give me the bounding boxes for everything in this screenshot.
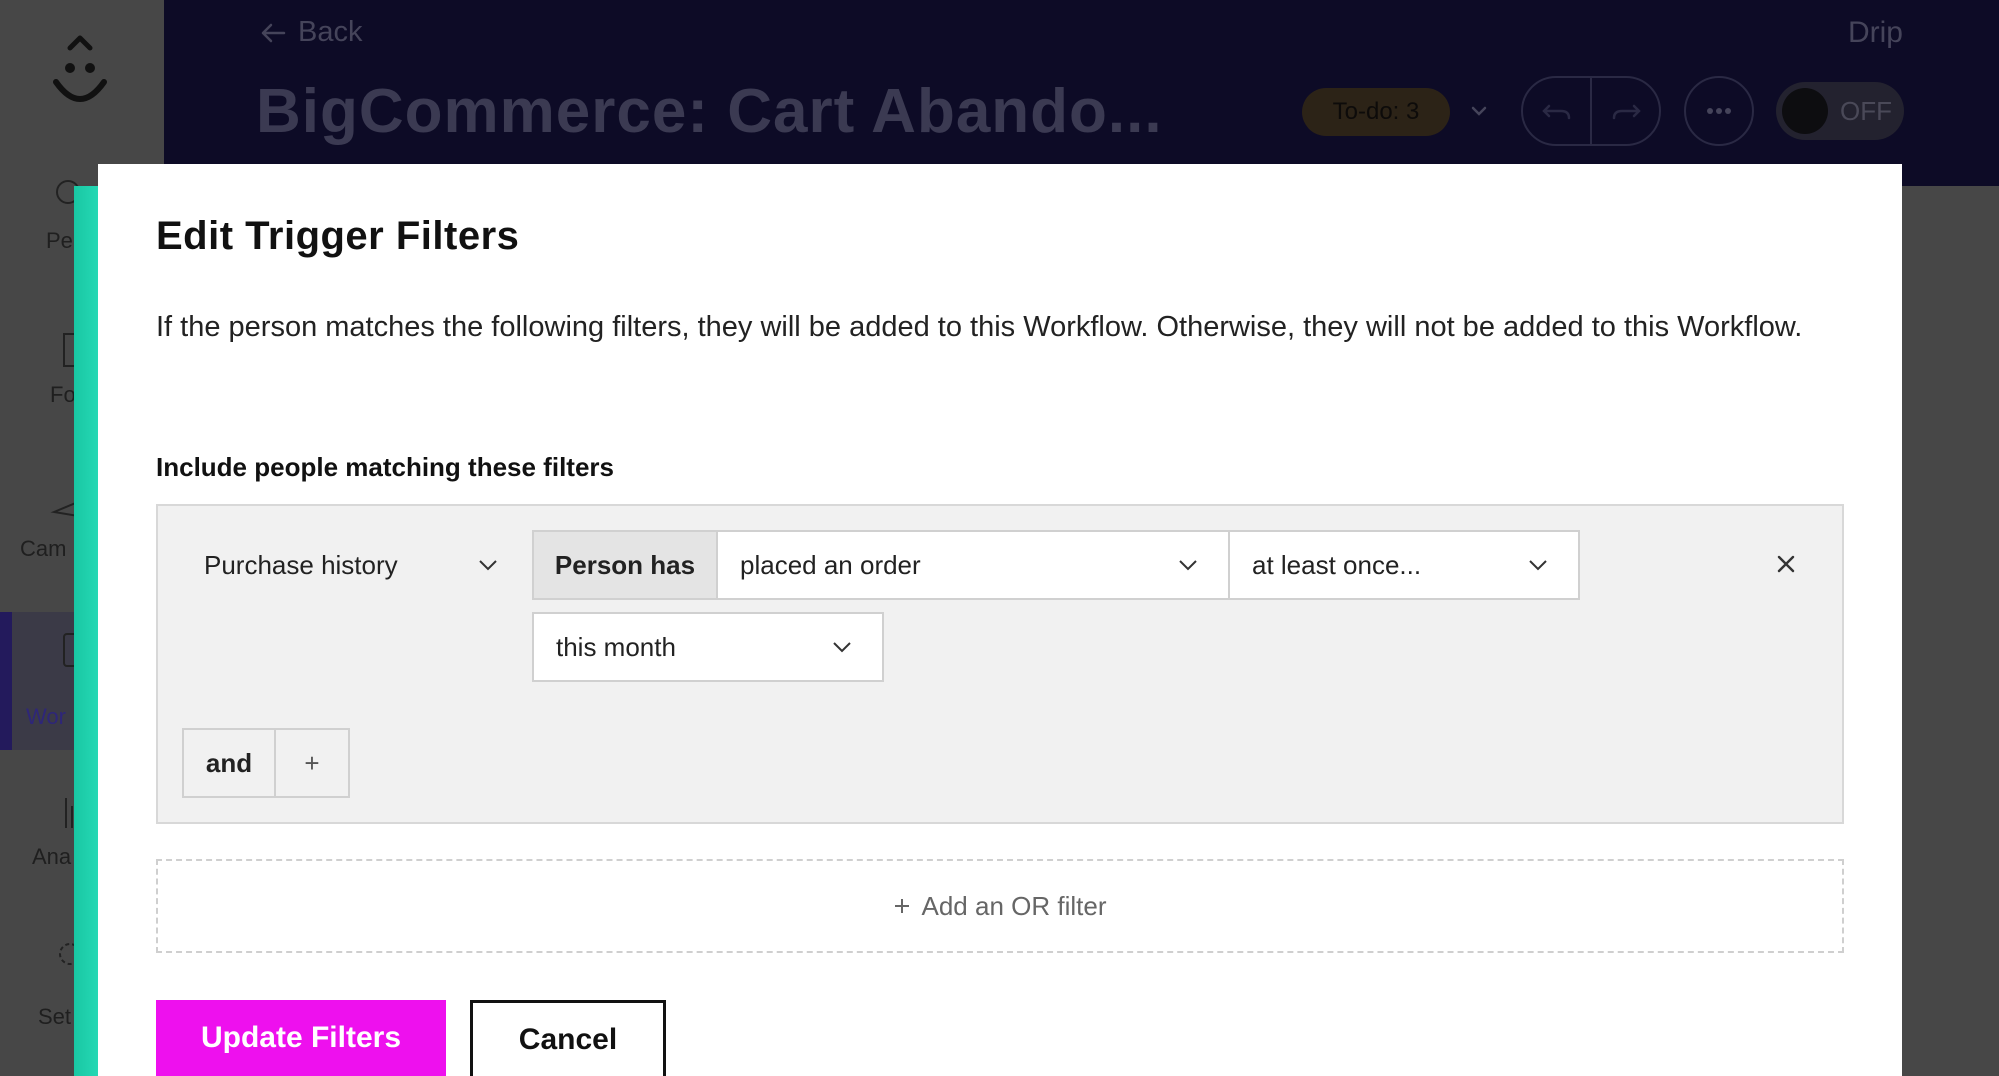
toggle-knob bbox=[1782, 88, 1828, 134]
cancel-button[interactable]: Cancel bbox=[470, 1000, 666, 1076]
sidebar-item-label: Ana bbox=[32, 844, 72, 869]
chevron-down-icon bbox=[1179, 560, 1197, 571]
account-name[interactable]: Drip bbox=[1848, 16, 1903, 50]
todo-badge[interactable]: To-do: 3 bbox=[1302, 88, 1450, 136]
ellipsis-icon bbox=[1707, 108, 1731, 114]
and-button[interactable]: and bbox=[184, 730, 276, 796]
filter-period-select[interactable]: this month bbox=[532, 612, 884, 682]
workflow-status-toggle[interactable]: OFF bbox=[1776, 82, 1904, 140]
filter-field-value: Purchase history bbox=[204, 549, 398, 580]
back-link[interactable]: Back bbox=[260, 16, 362, 49]
sidebar-item-label: Pe bbox=[46, 228, 73, 253]
backdrop bbox=[1902, 186, 1999, 1076]
add-or-filter-label: Add an OR filter bbox=[921, 890, 1107, 921]
add-or-filter-button[interactable]: Add an OR filter bbox=[156, 859, 1844, 953]
remove-filter-button[interactable] bbox=[1770, 548, 1802, 580]
undo-icon bbox=[1541, 104, 1570, 120]
filter-frequency-select[interactable]: at least once... bbox=[1228, 530, 1580, 600]
filter-operator-label: Person has bbox=[532, 530, 718, 600]
toggle-label: OFF bbox=[1840, 95, 1892, 126]
plus-icon bbox=[894, 899, 909, 913]
sidebar-item-label: Fo bbox=[50, 382, 76, 407]
undo-redo-group bbox=[1521, 76, 1661, 146]
redo-button[interactable] bbox=[1592, 78, 1659, 144]
page-title: BigCommerce: Cart Abando... bbox=[256, 77, 1163, 146]
and-filter-group: and + bbox=[182, 728, 350, 798]
chevron-down-icon[interactable] bbox=[1466, 98, 1492, 124]
workflow-header: Back Drip BigCommerce: Cart Abando... To… bbox=[164, 0, 1999, 186]
sidebar-item-label: Cam bbox=[20, 536, 67, 561]
modal-description: If the person matches the following filt… bbox=[156, 311, 1803, 343]
close-icon bbox=[1777, 555, 1795, 573]
modal-accent-bar bbox=[74, 186, 98, 1076]
add-and-filter-button[interactable]: + bbox=[276, 730, 348, 796]
sidebar-item-label: Wor bbox=[26, 704, 66, 729]
chevron-down-icon bbox=[479, 560, 497, 571]
sidebar-item-label: Set bbox=[38, 1004, 72, 1029]
active-indicator bbox=[0, 612, 12, 750]
update-filters-button[interactable]: Update Filters bbox=[156, 1000, 446, 1076]
filter-action-select[interactable]: placed an order bbox=[716, 530, 1230, 600]
drip-logo-icon bbox=[53, 35, 107, 102]
filter-action-value: placed an order bbox=[740, 549, 921, 580]
edit-trigger-filters-modal: Edit Trigger Filters If the person match… bbox=[98, 164, 1902, 1076]
arrow-left-icon bbox=[261, 23, 286, 42]
filter-period-value: this month bbox=[556, 631, 676, 662]
filter-frequency-value: at least once... bbox=[1252, 549, 1422, 580]
back-label: Back bbox=[298, 16, 363, 48]
filter-field-select[interactable]: Purchase history bbox=[204, 532, 504, 598]
filter-group: Purchase history Person has placed an or… bbox=[156, 504, 1844, 824]
more-options-button[interactable] bbox=[1684, 76, 1754, 146]
redo-icon bbox=[1612, 104, 1641, 120]
chevron-down-icon bbox=[833, 642, 851, 653]
modal-title: Edit Trigger Filters bbox=[156, 214, 520, 258]
section-label: Include people matching these filters bbox=[156, 452, 614, 482]
chevron-down-icon bbox=[1529, 560, 1547, 571]
undo-button[interactable] bbox=[1523, 78, 1592, 144]
